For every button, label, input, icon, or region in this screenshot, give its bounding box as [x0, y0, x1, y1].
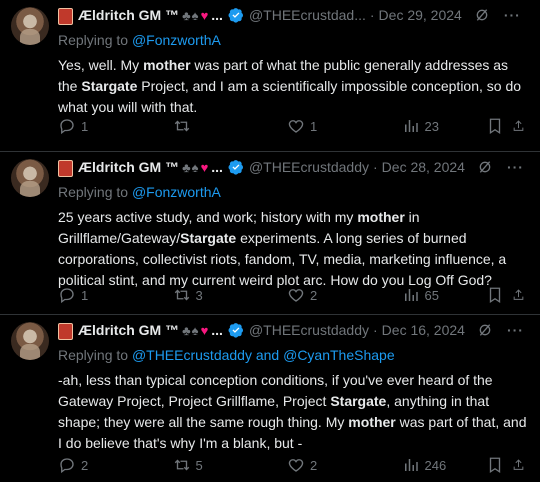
replying-to-link[interactable]: @THEEcrustdaddy and @CyanTheShape [132, 347, 395, 363]
retweet-icon [174, 459, 189, 471]
verified-badge-icon[interactable] [228, 159, 244, 175]
bookmark-button[interactable] [486, 456, 512, 474]
timestamp[interactable]: Dec 28, 2024 [382, 159, 465, 175]
replying-to-link[interactable]: @FonzworthA [132, 32, 221, 48]
bookmark-button[interactable] [486, 286, 512, 304]
heart-emoji-icon: ♥ [200, 159, 209, 175]
views-button[interactable]: 65 [402, 286, 487, 304]
reply-icon [60, 119, 74, 135]
bookmark-icon [489, 287, 501, 304]
timestamp[interactable]: Dec 16, 2024 [382, 322, 465, 338]
handle[interactable]: @THEEcrustdad... [249, 7, 366, 23]
views-chart-icon [404, 459, 418, 471]
like-button[interactable]: 2 [287, 456, 402, 474]
verified-badge-icon[interactable] [228, 322, 244, 338]
tweet-actions: 2 5 2 246 [58, 456, 530, 474]
timestamp[interactable]: Dec 29, 2024 [379, 7, 462, 23]
retweet-icon [174, 289, 189, 301]
like-button[interactable]: 1 [287, 117, 402, 135]
tweet-text: Yes, well. My mother was part of what th… [58, 57, 522, 115]
bookmark-button[interactable] [486, 117, 512, 135]
heart-icon [288, 459, 304, 472]
suits-icon: ♣♠ [182, 7, 200, 23]
reply-icon [60, 288, 74, 304]
suits-icon: ♣♠ [182, 322, 200, 338]
tweet[interactable]: Ældritch GM ™ ♣♠ ♥ ... @THEEcrustdaddy ·… [0, 315, 540, 482]
retweet-button[interactable]: 5 [173, 456, 288, 474]
replying-to: Replying to @THEEcrustdaddy and @CyanThe… [58, 347, 395, 363]
more-options-icon[interactable]: ··· [507, 322, 524, 338]
name-ellipsis: ... [211, 159, 223, 175]
retweet-button[interactable]: 3 [173, 286, 288, 304]
handle[interactable]: @THEEcrustdaddy [249, 159, 369, 175]
name-ellipsis: ... [211, 322, 223, 338]
replying-to: Replying to @FonzworthA [58, 184, 221, 200]
tweet-text: -ah, less than typical conception condit… [58, 372, 527, 451]
share-icon [513, 459, 524, 470]
avatar[interactable] [11, 7, 49, 45]
suits-icon: ♣♠ [182, 159, 200, 175]
reply-icon [60, 458, 74, 474]
share-button[interactable] [512, 117, 530, 135]
flag-emoji-icon [58, 159, 73, 177]
views-chart-icon [404, 289, 418, 301]
replying-to: Replying to @FonzworthA [58, 32, 221, 48]
name-ellipsis: ... [211, 7, 223, 23]
tweet[interactable]: Ældritch GM ™ ♣♠ ♥ ... @THEEcrustdad... … [0, 0, 540, 152]
display-name[interactable]: Ældritch GM ™ [78, 322, 179, 338]
grok-icon[interactable] [474, 7, 490, 23]
reply-button[interactable]: 1 [58, 286, 173, 304]
retweet-icon [174, 120, 189, 132]
views-button[interactable]: 246 [402, 456, 487, 474]
views-button[interactable]: 23 [402, 117, 487, 135]
tweet-actions: 1 3 2 65 [58, 286, 530, 304]
tweet-text: 25 years active study, and work; history… [58, 209, 507, 288]
heart-emoji-icon: ♥ [200, 7, 209, 23]
more-options-icon[interactable]: ··· [504, 7, 521, 23]
share-icon [513, 120, 524, 131]
views-chart-icon [404, 120, 418, 132]
verified-badge-icon[interactable] [228, 7, 244, 23]
retweet-button[interactable] [173, 117, 288, 135]
reply-button[interactable]: 2 [58, 456, 173, 474]
bookmark-icon [489, 457, 501, 474]
tweet-actions: 1 1 23 [58, 117, 530, 135]
heart-icon [288, 120, 304, 133]
flag-emoji-icon [58, 322, 73, 340]
share-button[interactable] [512, 286, 530, 304]
tweet[interactable]: Ældritch GM ™ ♣♠ ♥ ... @THEEcrustdaddy ·… [0, 152, 540, 315]
grok-icon[interactable] [477, 159, 493, 175]
bookmark-icon [489, 118, 501, 135]
heart-icon [288, 289, 304, 302]
handle[interactable]: @THEEcrustdaddy [249, 322, 369, 338]
grok-icon[interactable] [477, 322, 493, 338]
avatar[interactable] [11, 322, 49, 360]
share-icon [513, 289, 524, 300]
more-options-icon[interactable]: ··· [507, 159, 524, 175]
like-button[interactable]: 2 [287, 286, 402, 304]
share-button[interactable] [512, 456, 530, 474]
heart-emoji-icon: ♥ [200, 322, 209, 338]
reply-button[interactable]: 1 [58, 117, 173, 135]
replying-to-link[interactable]: @FonzworthA [132, 184, 221, 200]
avatar[interactable] [11, 159, 49, 197]
flag-emoji-icon [58, 7, 73, 25]
display-name[interactable]: Ældritch GM ™ [78, 7, 179, 23]
display-name[interactable]: Ældritch GM ™ [78, 159, 179, 175]
